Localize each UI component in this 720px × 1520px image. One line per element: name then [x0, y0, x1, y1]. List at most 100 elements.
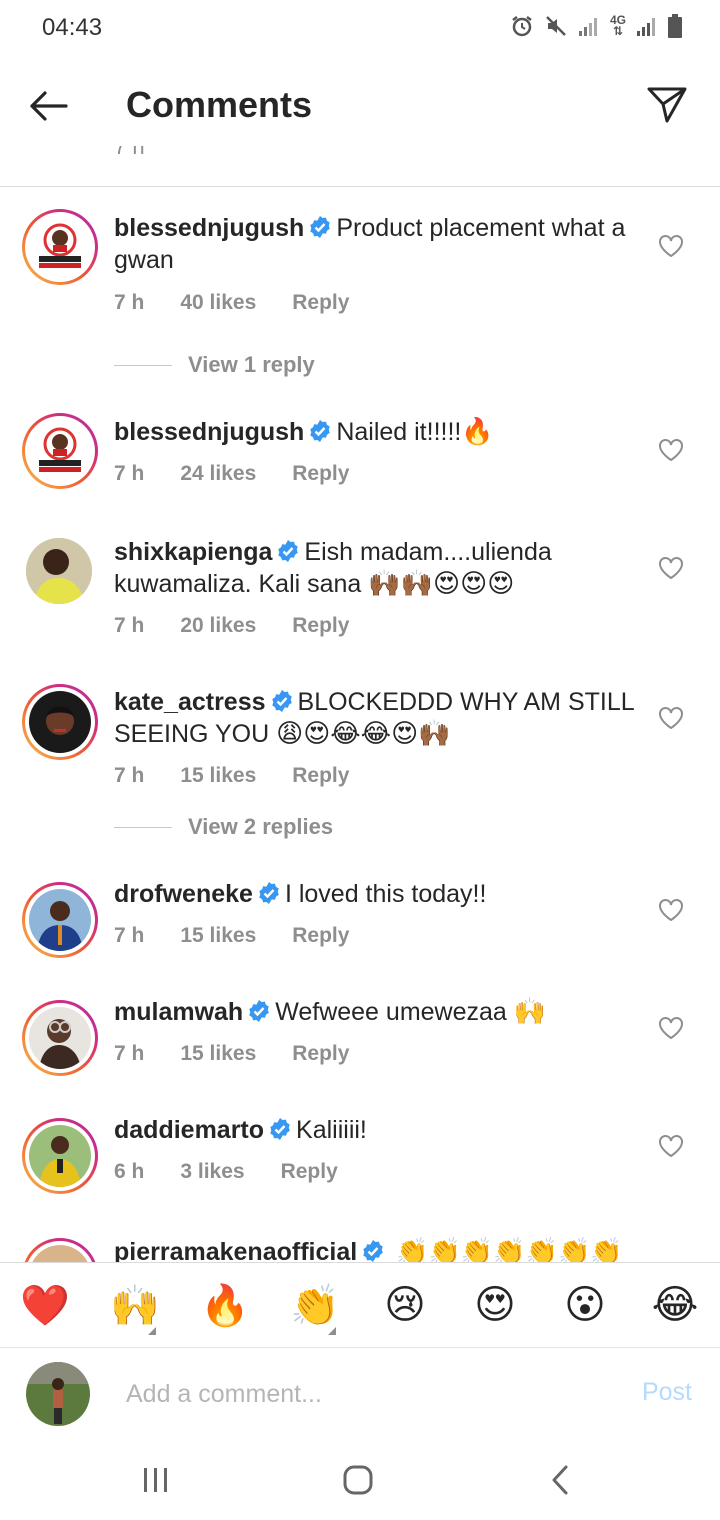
comment-likes[interactable]: 15 likes	[180, 764, 256, 788]
reaction-laughing[interactable]: 😂	[630, 1263, 720, 1347]
header-divider	[0, 186, 720, 187]
reply-button[interactable]: Reply	[292, 924, 349, 948]
post-button[interactable]: Post	[642, 1378, 692, 1407]
reply-line	[114, 826, 172, 828]
reaction-raised-hands[interactable]: 🙌	[90, 1263, 180, 1347]
verified-badge-icon	[259, 882, 279, 904]
comment-text: Wefweee umewezaa	[275, 998, 507, 1026]
comment-username[interactable]: blessednjugush	[114, 418, 304, 446]
skin-tone-indicator-icon	[148, 1327, 156, 1335]
reaction-crying[interactable]: 😢	[360, 1263, 450, 1347]
verified-badge-icon	[310, 216, 331, 238]
comment-item: kate_actress BLOCKEDDD WHY AM STILL SEEIN…	[0, 672, 720, 872]
comment-username[interactable]: blessednjugush	[114, 214, 304, 242]
home-icon	[343, 1465, 373, 1495]
reply-button[interactable]: Reply	[292, 614, 349, 638]
like-heart-icon[interactable]	[658, 1016, 684, 1040]
reaction-clap[interactable]: 👏	[270, 1263, 360, 1347]
reply-button[interactable]: Reply	[292, 462, 349, 486]
verified-badge-icon	[310, 420, 331, 442]
avatar	[26, 1362, 90, 1426]
reply-button[interactable]: Reply	[292, 764, 349, 788]
comment-likes[interactable]: 24 likes	[180, 462, 256, 486]
verified-badge-icon	[249, 1000, 270, 1022]
comment-emoji: 🔥	[461, 416, 494, 446]
reaction-surprised[interactable]: 😮	[540, 1263, 630, 1347]
comment-text: Kaliiiii!	[296, 1116, 367, 1144]
like-heart-icon[interactable]	[658, 556, 684, 580]
like-heart-icon[interactable]	[658, 1134, 684, 1158]
avatar[interactable]	[22, 684, 98, 760]
avatar[interactable]	[26, 538, 92, 604]
comment-likes[interactable]: 3 likes	[180, 1160, 244, 1184]
comment-item: mulamwah Wefweee umewezaa 🙌 7 h 15 likes …	[0, 996, 720, 1106]
comment-likes[interactable]: 40 likes	[180, 291, 256, 315]
like-heart-icon[interactable]	[658, 706, 684, 730]
comment-item: drofweneke I loved this today!! 7 h 15 li…	[0, 878, 720, 988]
comment-time: 7 h	[114, 764, 145, 787]
like-heart-icon[interactable]	[658, 898, 684, 922]
comment-username[interactable]: mulamwah	[114, 998, 243, 1026]
status-icons: 4G ⇅	[510, 14, 682, 38]
reply-button[interactable]: Reply	[281, 1160, 338, 1184]
comment-time: 7 h	[114, 1042, 145, 1065]
comment-time: 6 h	[114, 1160, 145, 1183]
comment-emoji: 😩😍😂😂😍🙌🏾	[276, 718, 451, 748]
signal-icon	[578, 18, 597, 36]
page-title: Comments	[126, 84, 313, 125]
comment-likes[interactable]: 15 likes	[180, 1042, 256, 1066]
comment-likes[interactable]: 15 likes	[180, 924, 256, 948]
avatar[interactable]	[22, 1238, 98, 1262]
avatar[interactable]	[22, 209, 98, 285]
system-nav-bar	[0, 1440, 720, 1520]
comment-composer: Post	[0, 1348, 720, 1440]
comment-likes[interactable]: 20 likes	[180, 614, 256, 638]
comment-emoji: 👏👏👏👏👏👏👏	[396, 1236, 623, 1262]
recent-apps-button[interactable]	[126, 1460, 186, 1500]
comments-header: Comments	[0, 60, 720, 150]
caption-time-cut: 7 h	[114, 146, 145, 159]
recent-apps-icon	[144, 1468, 167, 1492]
comment-username[interactable]: pierramakenaofficial	[114, 1238, 357, 1262]
comment-time: 7 h	[114, 924, 145, 947]
comment-list[interactable]: blessednjugush Product placement what a g…	[0, 188, 720, 1262]
comment-username[interactable]: drofweneke	[114, 880, 253, 908]
like-heart-icon[interactable]	[658, 234, 684, 258]
comment-username[interactable]: shixkapienga	[114, 538, 272, 566]
reply-button[interactable]: Reply	[292, 1042, 349, 1066]
reaction-heart-eyes[interactable]: 😍	[450, 1263, 540, 1347]
paper-plane-icon	[647, 87, 687, 123]
home-button[interactable]	[328, 1460, 388, 1500]
comment-username[interactable]: daddiemarto	[114, 1116, 264, 1144]
comment-item: blessednjugush Product placement what a g…	[0, 188, 720, 388]
nav-back-button[interactable]	[530, 1460, 590, 1500]
comment-item: shixkapienga Eish madam....ulienda kuwama…	[0, 522, 720, 672]
view-replies-button[interactable]: View 1 reply	[114, 352, 315, 378]
avatar[interactable]	[22, 1118, 98, 1194]
comment-time: 7 h	[114, 614, 145, 637]
comment-input[interactable]	[126, 1374, 606, 1414]
mute-icon	[546, 16, 566, 36]
reply-line	[114, 364, 172, 366]
4g-icon: 4G ⇅	[609, 13, 626, 38]
avatar[interactable]	[22, 882, 98, 958]
reaction-heart[interactable]: ❤️	[0, 1263, 90, 1347]
back-icon	[552, 1465, 568, 1495]
comment-time: 7 h	[114, 291, 145, 314]
like-heart-icon[interactable]	[658, 438, 684, 462]
comment-text: Nailed it!!!!!	[336, 418, 462, 446]
verified-badge-icon	[278, 540, 299, 562]
comment-item: blessednjugush Nailed it!!!!!🔥 7 h 24 lik…	[0, 398, 720, 518]
comment-emoji: 🙌🏾🙌🏾😍😍😍	[368, 568, 515, 598]
comment-username[interactable]: kate_actress	[114, 688, 266, 716]
avatar[interactable]	[22, 1000, 98, 1076]
share-button[interactable]	[644, 82, 690, 128]
back-button[interactable]	[26, 84, 70, 128]
avatar[interactable]	[22, 413, 98, 489]
status-bar: 04:43 4G ⇅	[0, 0, 720, 56]
arrow-left-icon	[30, 91, 68, 121]
view-replies-button[interactable]: View 2 replies	[114, 814, 333, 840]
reaction-fire[interactable]: 🔥	[180, 1263, 270, 1347]
reply-button[interactable]: Reply	[292, 291, 349, 315]
comment-time: 7 h	[114, 462, 145, 485]
